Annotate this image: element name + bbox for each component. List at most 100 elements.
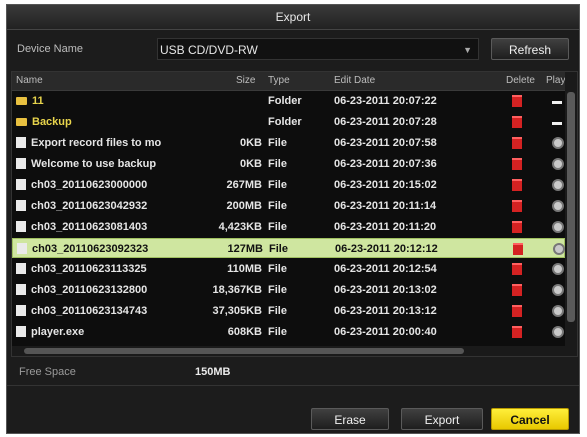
file-name: ch03_20110623134743	[31, 305, 148, 317]
edit-date: 06-23-2011 20:12:12	[335, 243, 438, 255]
edit-date: 06-23-2011 20:13:02	[334, 284, 437, 296]
file-name: 11	[32, 95, 44, 107]
header-size[interactable]: Size	[236, 72, 255, 90]
trash-icon[interactable]	[512, 137, 522, 149]
play-icon[interactable]	[552, 137, 564, 149]
edit-date: 06-23-2011 20:11:14	[334, 200, 437, 212]
file-name-cell: player.exe	[16, 322, 181, 342]
file-type: File	[268, 326, 287, 338]
play-icon[interactable]	[552, 200, 564, 212]
vertical-scrollbar[interactable]	[565, 72, 577, 356]
file-name-cell: ch03_20110623081403	[16, 217, 181, 237]
delete-cell	[512, 322, 532, 345]
trash-icon[interactable]	[513, 243, 523, 255]
horizontal-scroll-thumb[interactable]	[24, 348, 464, 354]
table-row[interactable]: 11 Folder 06-23-2011 20:07:22	[12, 91, 565, 111]
file-size: 608KB	[227, 326, 262, 338]
device-name-label: Device Name	[17, 43, 84, 55]
table-row[interactable]: player.exe 608KB File 06-23-2011 20:00:40	[12, 322, 565, 342]
file-icon	[17, 243, 27, 254]
horizontal-scrollbar[interactable]	[12, 346, 565, 356]
table-row[interactable]: Welcome to use backup 0KB File 06-23-2011 2…	[12, 154, 565, 174]
play-icon[interactable]	[552, 158, 564, 170]
file-icon	[16, 284, 26, 295]
delete-cell	[512, 217, 532, 240]
table-row[interactable]: ch03_20110623132800 18,367KB File 06-23-201…	[12, 280, 565, 300]
vertical-scroll-thumb[interactable]	[567, 92, 575, 322]
device-row: Device Name USB CD/DVD-RW ▼ Refresh	[7, 33, 579, 67]
table-row[interactable]: ch03_20110623092323 127MB File 06-23-2011 2…	[12, 238, 565, 258]
file-icon	[16, 263, 26, 274]
table-row[interactable]: ch03_20110623000000 267MB File 06-23-2011 2…	[12, 175, 565, 195]
file-icon	[16, 179, 26, 190]
file-type: Folder	[268, 116, 302, 128]
file-table: Name Size Type Edit Date Delete Play 11 F…	[11, 71, 578, 357]
play-icon[interactable]	[552, 179, 564, 191]
table-row[interactable]: ch03_20110623042932 200MB File 06-23-2011 2…	[12, 196, 565, 216]
file-size: 127MB	[227, 243, 263, 255]
file-type: File	[268, 263, 287, 275]
erase-button[interactable]: Erase	[311, 408, 389, 430]
edit-date: 06-23-2011 20:07:58	[334, 137, 437, 149]
header-name[interactable]: Name	[16, 72, 43, 90]
header-edit-date[interactable]: Edit Date	[334, 72, 375, 90]
dialog-title: Export	[7, 5, 579, 30]
table-row[interactable]: ch03_20110623134743 37,305KB File 06-23-201…	[12, 301, 565, 321]
file-name-cell: ch03_20110623134743	[16, 301, 181, 321]
device-select-value: USB CD/DVD-RW	[160, 43, 258, 57]
free-space-label: Free Space	[19, 366, 76, 378]
divider	[7, 385, 579, 386]
file-name-cell: ch03_20110623000000	[16, 175, 181, 195]
edit-date: 06-23-2011 20:07:28	[334, 116, 437, 128]
file-type: File	[268, 200, 287, 212]
file-icon	[16, 200, 26, 211]
trash-icon[interactable]	[512, 326, 522, 338]
file-name: Backup	[32, 116, 72, 128]
edit-date: 06-23-2011 20:00:40	[334, 326, 437, 338]
file-size: 0KB	[239, 158, 262, 170]
trash-icon[interactable]	[512, 284, 522, 296]
trash-icon[interactable]	[512, 263, 522, 275]
play-icon[interactable]	[552, 221, 564, 233]
device-select[interactable]: USB CD/DVD-RW ▼	[157, 38, 479, 60]
trash-icon[interactable]	[512, 158, 522, 170]
cancel-button[interactable]: Cancel	[491, 408, 569, 430]
trash-icon[interactable]	[512, 116, 522, 128]
trash-icon[interactable]	[512, 305, 522, 317]
delete-cell	[512, 154, 532, 177]
file-name-cell: 11	[16, 91, 181, 111]
trash-icon[interactable]	[512, 179, 522, 191]
table-row[interactable]: Backup Folder 06-23-2011 20:07:28	[12, 112, 565, 132]
refresh-button[interactable]: Refresh	[491, 38, 569, 60]
file-icon	[16, 221, 26, 232]
file-size: 200MB	[226, 200, 262, 212]
trash-icon[interactable]	[512, 200, 522, 212]
edit-date: 06-23-2011 20:07:22	[334, 95, 437, 107]
table-row[interactable]: ch03_20110623081403 4,423KB File 06-23-2011…	[12, 217, 565, 237]
trash-icon[interactable]	[512, 221, 522, 233]
header-type[interactable]: Type	[268, 72, 290, 90]
play-icon[interactable]	[552, 326, 564, 338]
play-icon[interactable]	[552, 284, 564, 296]
table-row[interactable]: Export record files to mo 0KB File 06-23-20…	[12, 133, 565, 153]
play-icon[interactable]	[552, 263, 564, 275]
export-button[interactable]: Export	[401, 408, 483, 430]
file-name-cell: Export record files to mo	[16, 133, 181, 153]
delete-cell	[512, 301, 532, 324]
file-name: ch03_20110623081403	[31, 221, 148, 233]
table-row[interactable]: ch03_20110623113325 110MB File 06-23-2011 2…	[12, 259, 565, 279]
play-icon[interactable]	[553, 243, 565, 255]
file-size: 4,423KB	[218, 221, 262, 233]
play-icon[interactable]	[552, 305, 564, 317]
file-size: 0KB	[239, 137, 262, 149]
file-type: File	[268, 305, 287, 317]
file-type: File	[269, 243, 288, 255]
file-size: 110MB	[227, 263, 262, 275]
trash-icon[interactable]	[512, 95, 522, 107]
delete-cell	[512, 280, 532, 303]
file-size: 18,367KB	[212, 284, 262, 296]
file-name: ch03_20110623092323	[32, 243, 149, 255]
header-delete: Delete	[506, 75, 535, 86]
edit-date: 06-23-2011 20:12:54	[334, 263, 437, 275]
file-icon	[16, 137, 26, 148]
